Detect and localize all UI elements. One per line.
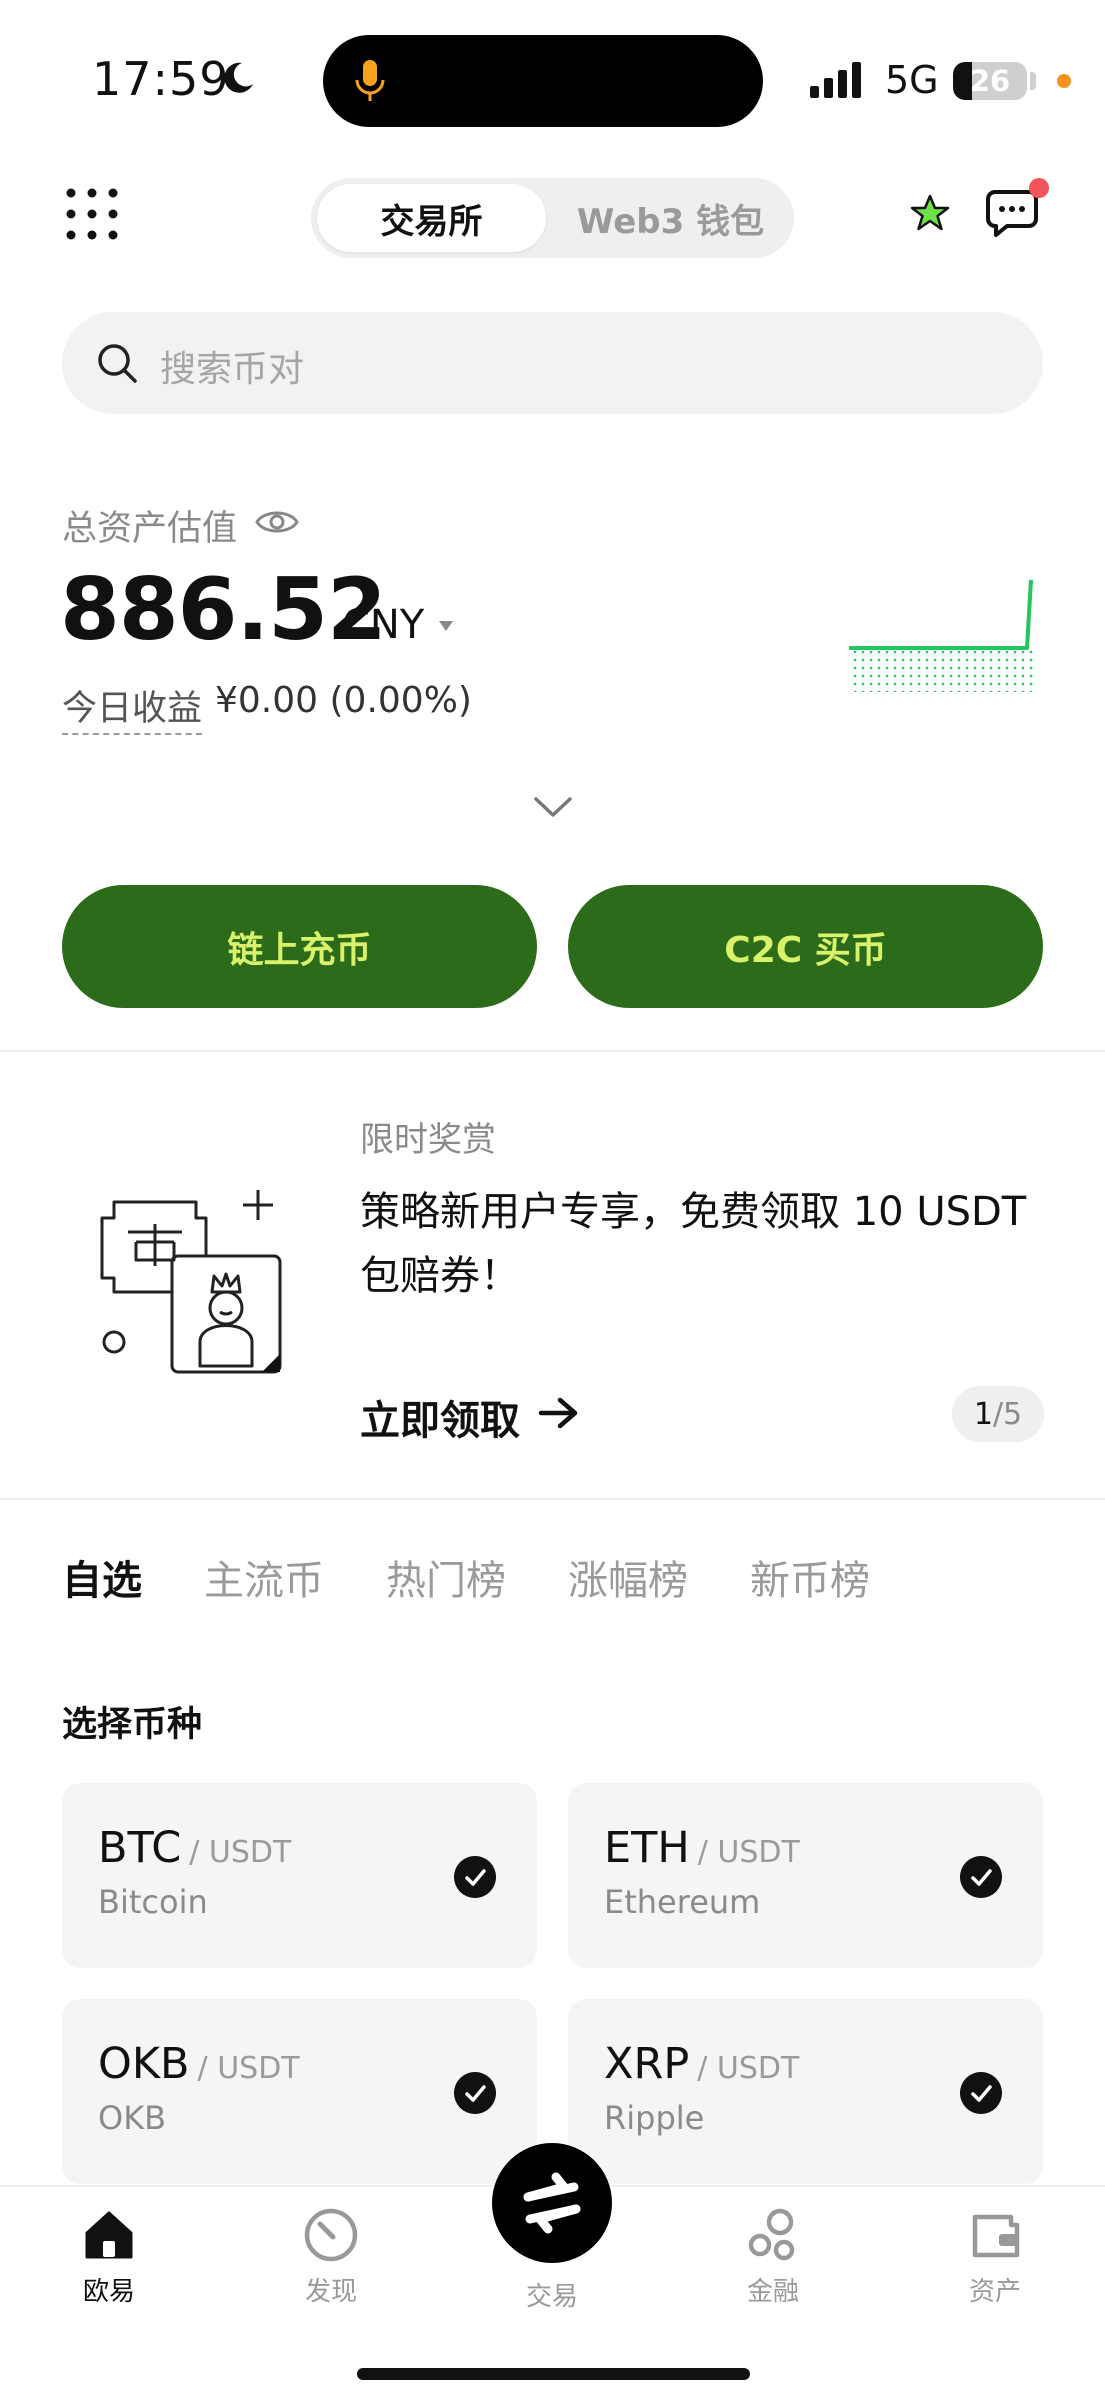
- network-type: 5G: [885, 58, 939, 102]
- wallet-icon: [972, 2214, 1020, 2258]
- nav-label: 资产: [968, 2277, 1021, 2307]
- coin-card-okb[interactable]: OKB / USDT OKB: [62, 1999, 537, 2184]
- battery-cap: [1030, 72, 1036, 90]
- check-icon[interactable]: [454, 2072, 496, 2114]
- swap-icon: [523, 2172, 581, 2234]
- home-indicator: [357, 2368, 750, 2380]
- nav-discover[interactable]: 发现: [256, 2207, 406, 2308]
- chevron-down-icon[interactable]: [533, 795, 573, 819]
- nav-label: 欧易: [82, 2277, 135, 2307]
- mode-segmented-control: 交易所 Web3 钱包: [311, 178, 794, 258]
- menu-grid-icon[interactable]: [66, 188, 118, 240]
- microphone-icon: [355, 60, 385, 101]
- privacy-dot: [1057, 74, 1071, 88]
- star-badge-icon[interactable]: [910, 193, 950, 233]
- tab-new-listings[interactable]: 新币榜: [750, 1548, 870, 1606]
- tab-hot[interactable]: 热门榜: [386, 1548, 506, 1606]
- trade-button[interactable]: [492, 2143, 612, 2263]
- nav-finance[interactable]: 金融: [698, 2207, 848, 2308]
- coin-quote: / USDT: [697, 1835, 800, 1870]
- arrow-right-icon[interactable]: [538, 1396, 580, 1430]
- carousel-pager: 1/5: [952, 1386, 1044, 1442]
- nav-label: 发现: [304, 2277, 357, 2307]
- today-pnl-value: ¥0.00 (0.00%): [215, 680, 472, 721]
- search-icon: [98, 344, 137, 383]
- caret-down-icon[interactable]: [438, 620, 454, 632]
- notification-badge: [1029, 178, 1049, 198]
- message-icon[interactable]: [985, 188, 1039, 238]
- tab-mainstream[interactable]: 主流币: [204, 1548, 324, 1606]
- battery-indicator: 26: [953, 62, 1027, 100]
- discover-icon: [304, 2208, 358, 2262]
- coin-card-xrp[interactable]: XRP / USDT Ripple: [568, 1999, 1043, 2184]
- nav-home[interactable]: 欧易: [34, 2207, 184, 2308]
- trade-label: 交易: [525, 2282, 578, 2312]
- home-icon: [85, 2211, 133, 2259]
- finance-icon: [748, 2208, 795, 2261]
- coin-quote: / USDT: [697, 2051, 800, 2086]
- search-input[interactable]: 搜索币对: [62, 312, 1043, 414]
- divider: [0, 1050, 1105, 1052]
- eye-icon[interactable]: [254, 505, 300, 539]
- reward-illustration: [100, 1190, 282, 1374]
- search-placeholder: 搜索币对: [160, 349, 305, 390]
- coin-symbol-line: OKB / USDT: [98, 2039, 300, 2089]
- divider: [0, 1498, 1105, 1500]
- nav-label: 金融: [746, 2277, 799, 2307]
- c2c-buy-button[interactable]: C2C 买币: [568, 885, 1043, 1008]
- coin-symbol: BTC: [98, 1823, 182, 1873]
- signal-icon: [810, 62, 861, 98]
- asset-sparkline: [849, 579, 1035, 692]
- check-icon[interactable]: [960, 1856, 1002, 1898]
- moon-icon: [224, 62, 253, 93]
- coin-card-eth[interactable]: ETH / USDT Ethereum: [568, 1783, 1043, 1968]
- pager-current: 1: [973, 1396, 993, 1432]
- tab-web3-wallet[interactable]: Web3 钱包: [553, 184, 788, 252]
- pager-total: /5: [992, 1396, 1023, 1432]
- tab-exchange[interactable]: 交易所: [317, 184, 546, 252]
- total-assets-value: 886.52: [60, 560, 387, 660]
- coin-name: OKB: [98, 2099, 167, 2137]
- claim-now-link[interactable]: 立即领取: [360, 1388, 520, 1446]
- check-icon[interactable]: [960, 2072, 1002, 2114]
- today-pnl-label[interactable]: 今日收益: [62, 680, 203, 735]
- tab-gainers[interactable]: 涨幅榜: [568, 1548, 688, 1606]
- onchain-deposit-button[interactable]: 链上充币: [62, 885, 537, 1008]
- section-title: 选择币种: [62, 1705, 203, 1745]
- status-bar: 17:59 5G 26: [0, 0, 1105, 150]
- battery-percent: 26: [969, 64, 1011, 98]
- currency-selector[interactable]: CNY: [342, 602, 424, 648]
- coin-symbol: OKB: [98, 2039, 190, 2089]
- coin-symbol-line: XRP / USDT: [604, 2039, 799, 2089]
- nav-assets[interactable]: 资产: [920, 2207, 1070, 2308]
- coin-quote: / USDT: [197, 2051, 300, 2086]
- check-icon[interactable]: [454, 1856, 496, 1898]
- coin-card-btc[interactable]: BTC / USDT Bitcoin: [62, 1783, 537, 1968]
- coin-name: Ripple: [604, 2099, 705, 2137]
- dynamic-island: [323, 35, 763, 127]
- promo-title[interactable]: 策略新用户专享，免费领取 10 USDT 包赔券！: [360, 1180, 1050, 1308]
- total-assets-label: 总资产估值: [62, 509, 238, 549]
- promo-tag: 限时奖赏: [360, 1120, 496, 1160]
- coin-name: Bitcoin: [98, 1883, 208, 1921]
- coin-symbol-line: BTC / USDT: [98, 1823, 291, 1873]
- tab-watchlist[interactable]: 自选: [62, 1548, 142, 1606]
- coin-symbol-line: ETH / USDT: [604, 1823, 800, 1873]
- coin-quote: / USDT: [189, 1835, 292, 1870]
- coin-symbol: XRP: [604, 2039, 690, 2089]
- coin-name: Ethereum: [604, 1883, 761, 1921]
- coin-symbol: ETH: [604, 1823, 690, 1873]
- market-tabs: 自选 主流币 热门榜 涨幅榜 新币榜: [62, 1548, 870, 1606]
- status-time: 17:59: [92, 52, 230, 106]
